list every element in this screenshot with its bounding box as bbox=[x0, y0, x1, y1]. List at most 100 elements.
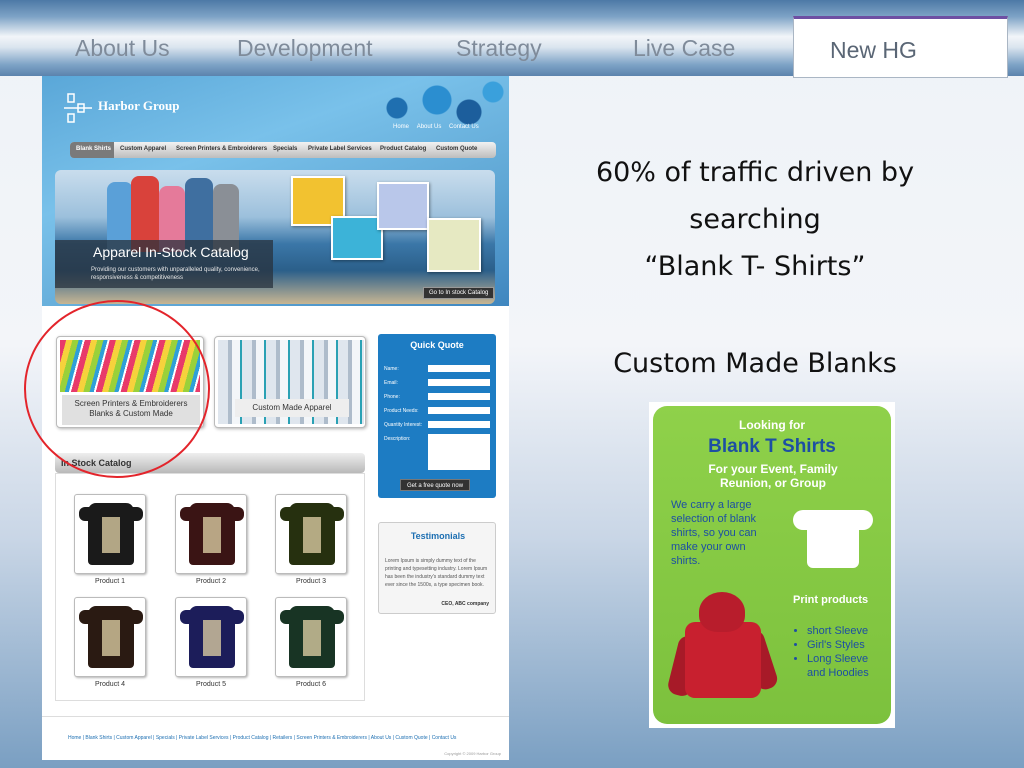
site-nav: Blank Shirts Custom Apparel Screen Print… bbox=[70, 142, 496, 158]
ad-product-list: short Sleeve Girl's Styles Long Sleeve a… bbox=[795, 624, 869, 680]
product-image bbox=[275, 597, 347, 677]
tshirt-icon bbox=[180, 503, 244, 565]
product-image bbox=[175, 597, 247, 677]
list-item: short Sleeve bbox=[807, 624, 869, 638]
traffic-stat-line1: 60% of traffic driven by bbox=[595, 157, 915, 188]
tab-development[interactable]: Development bbox=[237, 35, 373, 62]
ad-panel: Looking for Blank T Shirts For your Even… bbox=[653, 406, 891, 724]
tab-about-us[interactable]: About Us bbox=[75, 35, 170, 62]
print-art bbox=[203, 620, 221, 656]
phone-label: Phone: bbox=[384, 394, 400, 400]
tab-strategy[interactable]: Strategy bbox=[456, 35, 542, 62]
footer-copyright: Copyright © 2009 Harbor Group bbox=[444, 751, 501, 756]
product-card[interactable]: Product 1 bbox=[74, 494, 146, 585]
product-image bbox=[275, 494, 347, 574]
phone-field[interactable] bbox=[428, 393, 490, 400]
ad-body: We carry a large selection of blank shir… bbox=[671, 499, 757, 567]
link-contact[interactable]: Contact Us bbox=[449, 124, 479, 130]
quick-quote-form: Quick Quote Name: Email: Phone: Product … bbox=[378, 334, 496, 498]
tab-new-hg-label: New HG bbox=[830, 37, 917, 63]
nav-custom-quote[interactable]: Custom Quote bbox=[436, 146, 477, 152]
product-card[interactable]: Product 6 bbox=[275, 597, 347, 688]
product-label: Product 3 bbox=[296, 578, 326, 585]
testimonials-title: Testimonials bbox=[410, 531, 466, 541]
product-card[interactable]: Product 3 bbox=[275, 494, 347, 585]
brand-name: Harbor Group bbox=[98, 98, 180, 113]
testimonial-text: Lorem Ipsum is simply dummy text of the … bbox=[385, 558, 488, 588]
print-art bbox=[303, 620, 321, 656]
product-card[interactable]: Product 2 bbox=[175, 494, 247, 585]
shirt-photo bbox=[377, 182, 429, 230]
nav-blank-shirts[interactable]: Blank Shirts bbox=[70, 142, 114, 158]
harbor-group-logo-icon bbox=[64, 93, 92, 123]
blank-tshirts-ad: Looking for Blank T Shirts For your Even… bbox=[649, 402, 895, 728]
custom-made-blanks-heading: Custom Made Blanks bbox=[613, 348, 897, 379]
product-needs-label: Product Needs: bbox=[384, 408, 419, 414]
list-item: and Hoodies bbox=[807, 667, 869, 679]
product-label: Product 1 bbox=[95, 578, 125, 585]
print-art bbox=[203, 517, 221, 553]
shirt-photo bbox=[427, 218, 481, 272]
email-label: Email: bbox=[384, 380, 398, 386]
hoodie-hood bbox=[699, 592, 745, 632]
product-card[interactable]: Product 5 bbox=[175, 597, 247, 688]
tshirt-icon bbox=[280, 503, 344, 565]
quantity-select[interactable] bbox=[428, 421, 490, 428]
hero-title: Apparel In-Stock Catalog bbox=[93, 244, 249, 260]
site-top-links: Home About Us Contact Us bbox=[387, 124, 479, 130]
footer-links[interactable]: Home | Blank Shirts | Custom Apparel | S… bbox=[68, 735, 456, 741]
tshirt-icon bbox=[280, 606, 344, 668]
ad-print-products: Print products bbox=[793, 594, 869, 606]
email-field[interactable] bbox=[428, 379, 490, 386]
product-label: Product 4 bbox=[95, 681, 125, 688]
traffic-stat-line3: “Blank T- Shirts” bbox=[644, 251, 866, 282]
quick-quote-title: Quick Quote bbox=[410, 340, 464, 350]
nav-product-catalog[interactable]: Product Catalog bbox=[380, 146, 426, 152]
nav-private-label[interactable]: Private Label Services bbox=[308, 146, 372, 152]
link-home[interactable]: Home bbox=[393, 124, 409, 130]
site-footer: Home | Blank Shirts | Custom Apparel | S… bbox=[42, 716, 509, 760]
product-image bbox=[175, 494, 247, 574]
hero-banner: Apparel In-Stock Catalog Providing our c… bbox=[55, 170, 495, 304]
list-item: Long Sleeve bbox=[807, 652, 869, 666]
print-art bbox=[303, 517, 321, 553]
red-hoodie-icon bbox=[666, 592, 780, 702]
list-item: Girl's Styles bbox=[807, 638, 869, 652]
product-label: Product 6 bbox=[296, 681, 326, 688]
description-textarea[interactable] bbox=[428, 434, 490, 470]
print-art bbox=[102, 620, 120, 656]
highlight-circle bbox=[24, 300, 210, 478]
link-about[interactable]: About Us bbox=[417, 124, 442, 130]
product-image bbox=[74, 597, 146, 677]
nav-custom-apparel[interactable]: Custom Apparel bbox=[120, 146, 166, 152]
site-header: Harbor Group Home About Us Contact Us Bl… bbox=[42, 76, 509, 306]
product-needs-select[interactable] bbox=[428, 407, 490, 414]
product-label: Product 5 bbox=[196, 681, 226, 688]
testimonials-box: Testimonials Lorem Ipsum is simply dummy… bbox=[378, 522, 496, 614]
product-image bbox=[74, 494, 146, 574]
description-label: Description: bbox=[384, 436, 411, 442]
print-art bbox=[102, 517, 120, 553]
tshirt-icon bbox=[180, 606, 244, 668]
product-label: Product 2 bbox=[196, 578, 226, 585]
testimonial-author: CEO, ABC company bbox=[441, 601, 489, 607]
get-quote-button[interactable]: Get a free quote now bbox=[400, 479, 471, 491]
tshirt-icon bbox=[79, 503, 143, 565]
tab-live-case[interactable]: Live Case bbox=[633, 35, 735, 62]
traffic-stat-line2: searching bbox=[689, 204, 821, 235]
tab-new-hg[interactable]: New HG bbox=[793, 16, 1008, 78]
ad-looking-for: Looking for bbox=[739, 418, 805, 432]
tshirt-icon bbox=[79, 606, 143, 668]
hoodie-body bbox=[685, 622, 761, 698]
name-field[interactable] bbox=[428, 365, 490, 372]
quantity-label: Quantity Interest: bbox=[384, 422, 423, 428]
shirt-photo bbox=[331, 216, 383, 260]
ad-headline: Blank T Shirts bbox=[708, 436, 836, 457]
promo-custom-made-apparel[interactable]: Custom Made Apparel bbox=[214, 336, 366, 428]
white-tshirt-icon bbox=[793, 506, 873, 568]
nav-specials[interactable]: Specials bbox=[273, 146, 297, 152]
go-to-catalog-button[interactable]: Go to In stock Catalog bbox=[423, 287, 495, 299]
hero-subtitle: Providing our customers with unparallele… bbox=[91, 267, 260, 281]
product-card[interactable]: Product 4 bbox=[74, 597, 146, 688]
nav-screen-printers[interactable]: Screen Printers & Embroiderers bbox=[176, 146, 267, 152]
